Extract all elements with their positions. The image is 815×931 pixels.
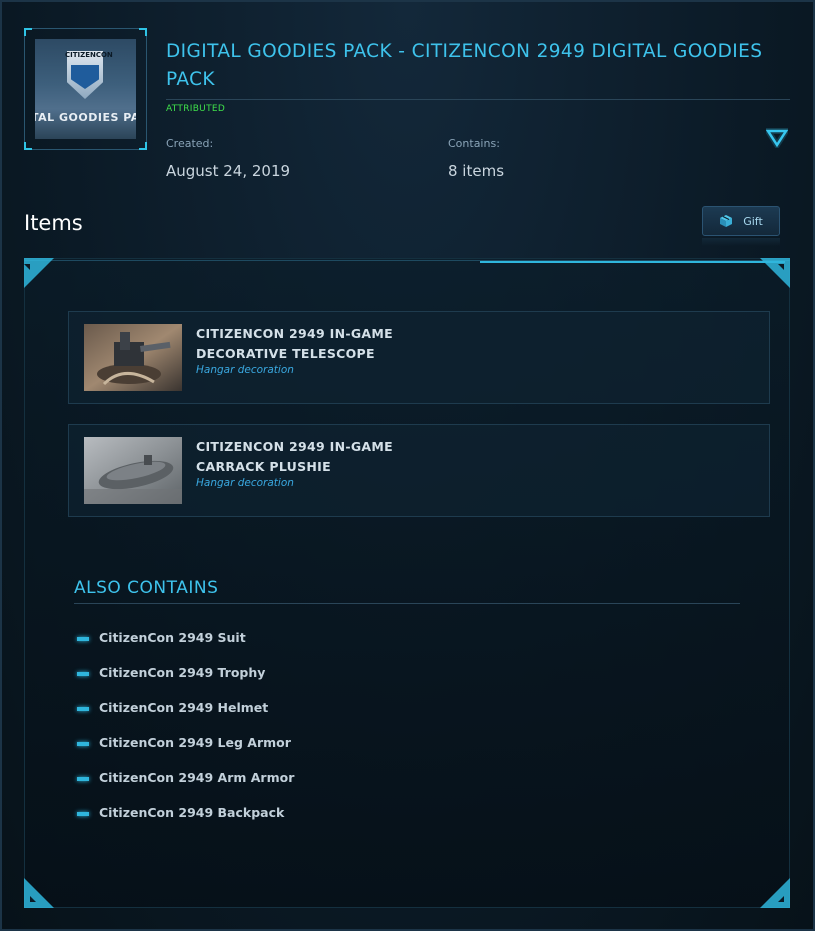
item-name-line2: CARRACK PLUSHIE	[196, 459, 331, 474]
gift-button-label: Gift	[743, 214, 763, 228]
bullet-dash-icon	[77, 777, 89, 781]
bullet-dash-icon	[77, 637, 89, 641]
gift-cube-icon	[720, 215, 733, 227]
list-item-label: CitizenCon 2949 Helmet	[99, 700, 269, 715]
item-name: CITIZENCON 2949 IN-GAME DECORATIVE TELES…	[196, 324, 456, 364]
panel-corner-top-left	[24, 258, 54, 288]
also-contains-divider	[74, 603, 740, 604]
carrack-plushie-image	[84, 437, 182, 504]
title-divider	[166, 99, 790, 100]
panel-corner-bottom-left	[24, 878, 54, 908]
gift-button-shadow	[702, 238, 780, 246]
pack-thumbnail-image: CITIZENCON TAL GOODIES PA	[35, 39, 136, 139]
item-name-line2: DECORATIVE TELESCOPE	[196, 346, 375, 361]
pack-thumbnail: CITIZENCON TAL GOODIES PA	[24, 28, 147, 150]
telescope-image	[84, 324, 182, 391]
list-item-label: CitizenCon 2949 Trophy	[99, 665, 266, 680]
contains-value: 8 items	[448, 162, 505, 180]
created-value: August 24, 2019	[166, 162, 291, 180]
list-item: CitizenCon 2949 Helmet	[77, 700, 294, 735]
gift-button[interactable]: Gift	[702, 206, 780, 236]
item-kind: Hangar decoration	[196, 477, 294, 489]
collapse-triangle-icon	[762, 128, 792, 151]
item-name-line1: CITIZENCON 2949 IN-GAME	[196, 326, 393, 341]
panel-corner-bottom-right	[760, 878, 790, 908]
status-badge: ATTRIBUTED	[166, 104, 226, 114]
thumbnail-caption: TAL GOODIES PA	[35, 111, 136, 124]
panel-corner-top-right	[760, 258, 790, 288]
bullet-dash-icon	[77, 672, 89, 676]
bullet-dash-icon	[77, 707, 89, 711]
item-name-line1: CITIZENCON 2949 IN-GAME	[196, 439, 393, 454]
list-item-label: CitizenCon 2949 Suit	[99, 630, 246, 645]
also-contains-list: CitizenCon 2949 Suit CitizenCon 2949 Tro…	[77, 630, 294, 840]
list-item: CitizenCon 2949 Backpack	[77, 805, 294, 840]
panel-top-glow	[480, 261, 785, 263]
collapse-toggle-button[interactable]	[762, 128, 792, 151]
list-item-label: CitizenCon 2949 Backpack	[99, 805, 285, 820]
pack-title: DIGITAL GOODIES PACK - CITIZENCON 2949 D…	[166, 41, 763, 90]
list-item: CitizenCon 2949 Arm Armor	[77, 770, 294, 805]
item-card[interactable]: CITIZENCON 2949 IN-GAME DECORATIVE TELES…	[68, 311, 770, 404]
list-item-label: CitizenCon 2949 Leg Armor	[99, 735, 291, 750]
thumbnail-logo-text: CITIZENCON	[65, 51, 113, 59]
bullet-dash-icon	[77, 812, 89, 816]
item-card[interactable]: CITIZENCON 2949 IN-GAME CARRACK PLUSHIE …	[68, 424, 770, 517]
list-item: CitizenCon 2949 Suit	[77, 630, 294, 665]
list-item: CitizenCon 2949 Leg Armor	[77, 735, 294, 770]
items-heading: Items	[24, 211, 83, 235]
item-kind: Hangar decoration	[196, 364, 294, 376]
item-name: CITIZENCON 2949 IN-GAME CARRACK PLUSHIE	[196, 437, 456, 477]
list-item-label: CitizenCon 2949 Arm Armor	[99, 770, 295, 785]
also-contains-heading: ALSO CONTAINS	[74, 578, 219, 598]
contains-label: Contains:	[448, 137, 500, 150]
created-label: Created:	[166, 137, 214, 150]
bullet-dash-icon	[77, 742, 89, 746]
list-item: CitizenCon 2949 Trophy	[77, 665, 294, 700]
